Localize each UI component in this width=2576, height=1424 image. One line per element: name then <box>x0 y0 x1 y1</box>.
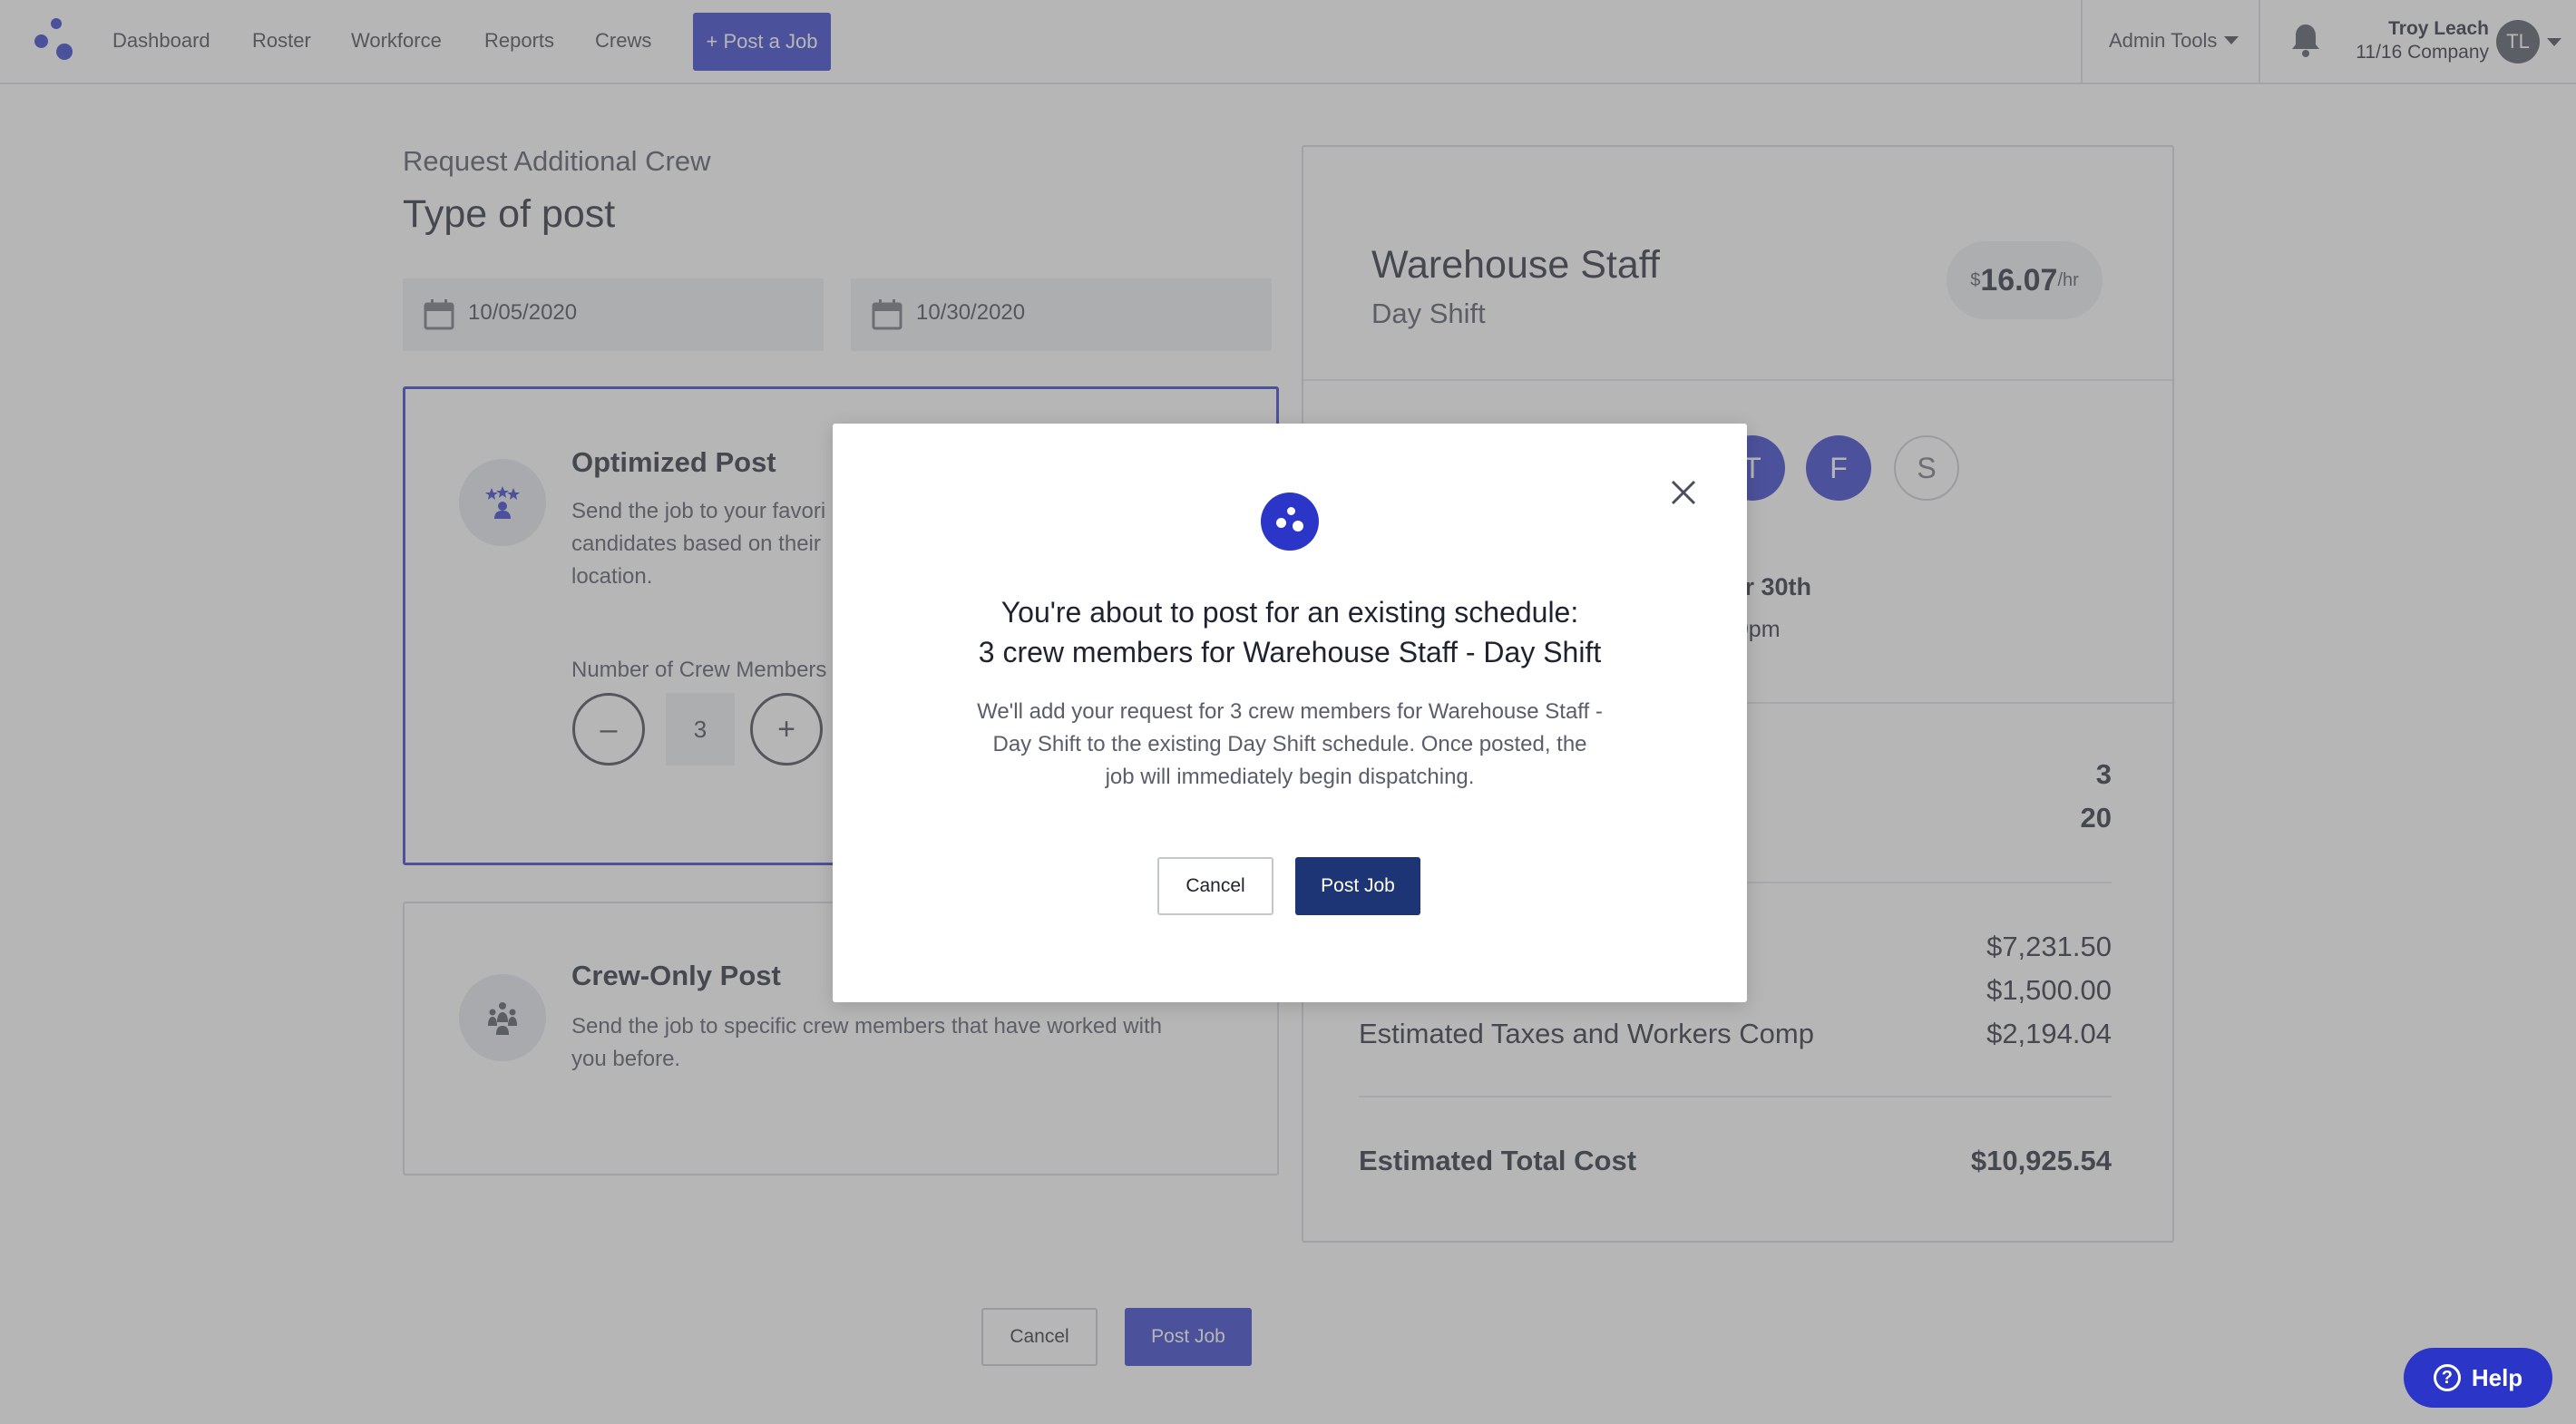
modal-post-job-button[interactable]: Post Job <box>1295 857 1420 915</box>
brand-logo-icon <box>1261 493 1319 551</box>
question-icon: ? <box>2433 1364 2461 1391</box>
confirm-post-modal: You're about to post for an existing sch… <box>833 424 1747 1002</box>
modal-body: We'll add your request for 3 crew member… <box>977 699 1603 789</box>
help-button[interactable]: ? Help <box>2404 1348 2552 1408</box>
modal-cancel-button[interactable]: Cancel <box>1157 857 1273 915</box>
close-icon[interactable] <box>1665 474 1702 511</box>
help-label: Help <box>2471 1363 2523 1391</box>
modal-heading: You're about to post for an existing sch… <box>978 596 1602 668</box>
